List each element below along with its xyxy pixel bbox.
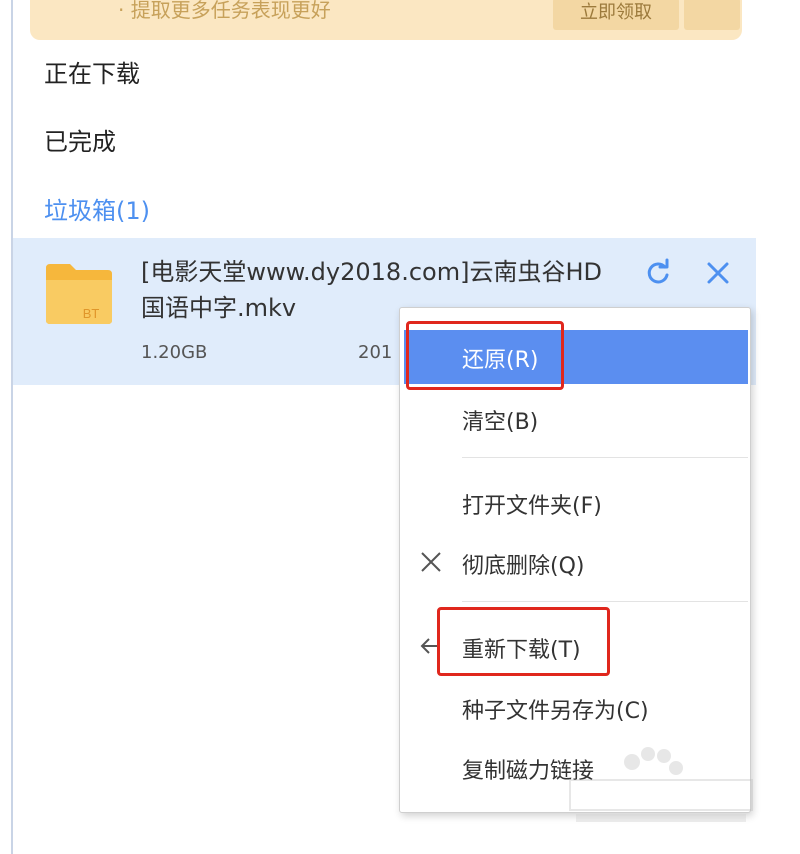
promo-banner: · 提取更多任务表现更好 立即领取: [30, 0, 742, 40]
close-icon: [421, 552, 441, 572]
watermark-logo-icon: [569, 747, 753, 822]
menu-label: 彻底删除(Q): [462, 554, 585, 579]
menu-item-clear[interactable]: 清空(B): [400, 392, 750, 446]
highlight-box-redownload: [437, 607, 610, 676]
menu-label: 打开文件夹(F): [462, 494, 602, 519]
file-size: 1.20GB: [141, 342, 208, 363]
nav-downloading[interactable]: 正在下载: [44, 54, 140, 89]
banner-close-button[interactable]: [684, 0, 740, 30]
highlight-box-restore: [406, 321, 564, 390]
menu-item-open-folder[interactable]: 打开文件夹(F): [400, 476, 750, 530]
close-icon[interactable]: [703, 258, 733, 288]
file-date: 201: [358, 342, 393, 363]
banner-button[interactable]: 立即领取: [553, 0, 679, 30]
bt-badge: BT: [83, 306, 100, 321]
menu-separator: [462, 601, 748, 602]
bt-folder-icon: BT: [46, 264, 112, 324]
menu-label: 种子文件另存为(C): [462, 699, 649, 724]
menu-item-save-torrent[interactable]: 种子文件另存为(C): [400, 681, 750, 735]
left-border: [11, 0, 13, 854]
menu-separator: [462, 457, 748, 458]
nav-completed[interactable]: 已完成: [44, 122, 116, 157]
restore-icon[interactable]: [643, 258, 673, 288]
menu-label: 清空(B): [462, 410, 539, 435]
nav-trash[interactable]: 垃圾箱(1): [44, 191, 150, 226]
menu-item-delete-permanently[interactable]: 彻底删除(Q): [400, 536, 750, 590]
banner-text: · 提取更多任务表现更好: [118, 0, 331, 22]
